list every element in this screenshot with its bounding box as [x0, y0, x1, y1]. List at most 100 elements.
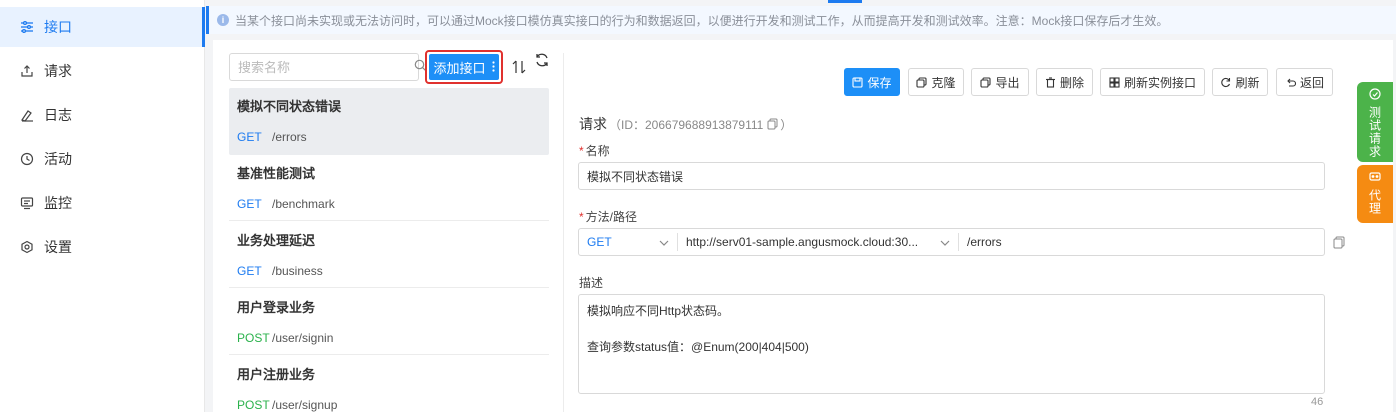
list-item[interactable]: 用户注册业务 POST /user/signup: [229, 356, 549, 412]
description-textarea[interactable]: 模拟响应不同Http状态码。 查询参数status值：@Enum(200|404…: [578, 294, 1325, 394]
request-title-row: 请求 （ID：206679688913879111 ）: [579, 114, 792, 134]
list-item-method: GET: [237, 264, 262, 278]
info-banner: i 当某个接口尚未实现或无法访问时，可以通过Mock接口模仿真实接口的行为和数据…: [206, 6, 1396, 34]
upload-icon: [20, 64, 34, 78]
list-item-method: GET: [237, 197, 262, 211]
proxy-icon: [1369, 171, 1381, 186]
sidebar-item-label: 监控: [44, 195, 72, 211]
list-item-title: 用户登录业务: [237, 300, 316, 315]
request-id-close: ）: [780, 118, 793, 132]
chevron-down-icon: [940, 235, 950, 249]
clock-icon: [20, 152, 34, 166]
test-request-label: 测试请求: [1367, 106, 1382, 158]
clone-button[interactable]: 克隆: [908, 68, 964, 96]
info-text: 当某个接口尚未实现或无法访问时，可以通过Mock接口模仿真实接口的行为和数据返回…: [235, 13, 1169, 28]
proxy-label: 代理: [1367, 189, 1382, 215]
request-id: （ID：206679688913879111: [609, 118, 764, 132]
instance-icon: [1109, 76, 1120, 88]
clone-icon: [916, 76, 928, 88]
add-api-button[interactable]: 添加接口: [425, 50, 503, 84]
back-label: 返回: [1299, 75, 1324, 90]
copy-id-icon[interactable]: [767, 117, 778, 133]
search-box[interactable]: [229, 53, 427, 81]
copy-url-icon[interactable]: [1333, 236, 1345, 249]
sidebar-item-monitor[interactable]: 监控: [0, 183, 205, 223]
monitor-icon: [20, 196, 34, 210]
sidebar-item-log[interactable]: 日志: [0, 95, 205, 135]
method-value: GET: [587, 235, 612, 249]
sidebar-item-label: 接口: [44, 19, 72, 35]
settings-icon: [20, 240, 34, 254]
name-label: * 名称: [579, 144, 610, 158]
refresh-icon: [1220, 77, 1231, 88]
refresh-instance-button[interactable]: 刷新实例接口: [1100, 68, 1205, 96]
clone-label: 克隆: [931, 75, 956, 90]
method-path-field: GET http://serv01-sample.angusmock.cloud…: [578, 228, 1325, 256]
list-item[interactable]: 模拟不同状态错误 GET /errors: [229, 88, 549, 155]
path-value: /errors: [967, 235, 1002, 249]
delete-label: 删除: [1059, 75, 1084, 90]
list-item-title: 业务处理延迟: [237, 233, 316, 248]
description-line-1: 模拟响应不同Http状态码。: [587, 304, 730, 318]
app-root: 接口 请求 日志 活动 监控 设置 i 当某个接口尚未实现或无法访问时，可以通过…: [0, 0, 1396, 412]
list-item-path: /business: [272, 264, 323, 278]
list-item-path: /benchmark: [272, 197, 335, 211]
host-value: http://serv01-sample.angusmock.cloud:30.…: [686, 235, 919, 249]
chevron-down-icon: [659, 235, 669, 249]
export-label: 导出: [995, 75, 1020, 90]
sort-icon[interactable]: [511, 58, 527, 76]
test-request-tab[interactable]: 测试请求: [1357, 82, 1393, 162]
path-input[interactable]: /errors: [959, 235, 1324, 249]
description-line-2: 查询参数status值：@Enum(200|404|500): [587, 340, 809, 354]
name-field[interactable]: 模拟不同状态错误: [578, 162, 1325, 190]
refresh-label: 刷新: [1235, 75, 1260, 90]
export-icon: [980, 76, 992, 88]
list-item[interactable]: 业务处理延迟 GET /business: [229, 222, 549, 288]
description-label: 描述: [579, 276, 604, 290]
log-icon: [20, 108, 34, 122]
more-icon: [491, 60, 495, 75]
proxy-tab[interactable]: 代理: [1357, 165, 1393, 223]
column-divider: [563, 53, 564, 412]
list-item-title: 基准性能测试: [237, 166, 316, 181]
save-button[interactable]: 保存: [844, 68, 900, 96]
method-path-label: * 方法/路径: [579, 210, 638, 224]
refresh-instance-label: 刷新实例接口: [1123, 75, 1196, 90]
list-item-path: /user/signup: [272, 398, 338, 412]
list-item-title: 模拟不同状态错误: [237, 99, 342, 114]
list-item-title: 用户注册业务: [237, 367, 316, 382]
list-item-method: POST: [237, 331, 270, 345]
method-select[interactable]: GET: [579, 235, 677, 249]
sidebar-item-label: 请求: [44, 63, 72, 79]
refresh-list-icon[interactable]: [534, 52, 550, 68]
info-icon: i: [217, 14, 229, 26]
search-input[interactable]: [238, 59, 414, 75]
list-item-method: GET: [237, 130, 262, 144]
list-item[interactable]: 用户登录业务 POST /user/signin: [229, 289, 549, 355]
sidebar-item-api[interactable]: 接口: [0, 7, 205, 47]
sidebar-item-settings[interactable]: 设置: [0, 227, 205, 267]
list-item-path: /errors: [272, 130, 307, 144]
save-icon: [852, 76, 864, 88]
sidebar-item-label: 日志: [44, 107, 72, 123]
sidebar-item-label: 设置: [44, 239, 72, 255]
delete-button[interactable]: 删除: [1036, 68, 1093, 96]
trash-icon: [1045, 76, 1056, 88]
sidebar-item-label: 活动: [44, 151, 72, 167]
back-icon: [1285, 77, 1296, 88]
list-item-method: POST: [237, 398, 270, 412]
list-item-path: /user/signin: [272, 331, 334, 345]
sidebar-item-activity[interactable]: 活动: [0, 139, 205, 179]
host-select[interactable]: http://serv01-sample.angusmock.cloud:30.…: [678, 235, 958, 249]
api-icon: [20, 20, 34, 34]
list-item[interactable]: 基准性能测试 GET /benchmark: [229, 155, 549, 221]
export-button[interactable]: 导出: [971, 68, 1029, 96]
name-value: 模拟不同状态错误: [587, 169, 684, 184]
sidebar: 接口 请求 日志 活动 监控 设置: [0, 0, 205, 412]
back-button[interactable]: 返回: [1276, 68, 1333, 96]
request-title: 请求: [579, 116, 607, 132]
sidebar-item-request[interactable]: 请求: [0, 51, 205, 91]
send-icon: [1369, 88, 1381, 103]
refresh-button[interactable]: 刷新: [1212, 68, 1268, 96]
save-label: 保存: [867, 75, 892, 90]
